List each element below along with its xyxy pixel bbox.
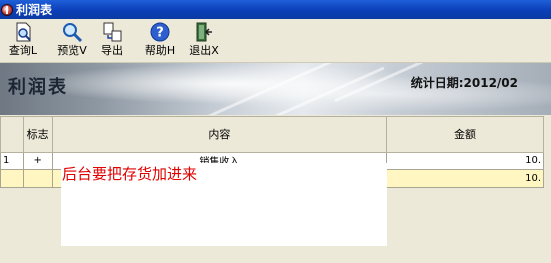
report-banner: 利润表 统计日期:2012/02 xyxy=(0,63,551,115)
export-icon xyxy=(101,21,123,43)
app-icon xyxy=(1,3,13,16)
amount-column-header[interactable]: 金额 xyxy=(386,116,544,153)
svg-text:?: ? xyxy=(156,26,164,41)
grid-area: 标志 内容 金额 1 + 销售收入 10. 10. 后台要把存货加进来 xyxy=(0,115,551,263)
help-icon: ? xyxy=(149,21,171,43)
amount-cell[interactable]: 10. xyxy=(386,169,544,188)
row-index: 1 xyxy=(0,151,24,171)
export-label: 导出 xyxy=(101,44,123,57)
amount-cell[interactable]: 10. xyxy=(386,151,544,171)
help-button[interactable]: ? 帮助H xyxy=(139,19,181,61)
header-row: 标志 内容 金额 xyxy=(0,116,544,153)
row-index-header xyxy=(0,116,24,153)
flag-cell[interactable]: + xyxy=(22,151,53,171)
export-button[interactable]: 导出 xyxy=(97,19,127,61)
toolbar: 查询L 预览V 导出 ? 帮助H 退出X xyxy=(0,19,551,63)
help-label: 帮助H xyxy=(144,44,176,57)
row-index xyxy=(0,169,24,188)
preview-button[interactable]: 预览V xyxy=(52,19,92,61)
window-title: 利润表 xyxy=(16,3,53,17)
annotation-note: 后台要把存货加进来 xyxy=(61,163,387,246)
report-title: 利润表 xyxy=(8,77,68,98)
flag-cell[interactable] xyxy=(22,169,53,188)
query-button[interactable]: 查询L xyxy=(4,19,42,61)
query-label: 查询L xyxy=(8,44,38,57)
flag-column-header[interactable]: 标志 xyxy=(22,116,53,153)
window-title-bar: 利润表 xyxy=(0,0,551,19)
statistic-date: 统计日期:2012/02 xyxy=(410,76,518,90)
content-column-header[interactable]: 内容 xyxy=(51,116,388,153)
exit-label: 退出X xyxy=(189,44,219,57)
query-icon xyxy=(12,21,34,43)
magnifier-icon xyxy=(61,21,83,43)
preview-label: 预览V xyxy=(57,44,87,57)
exit-door-icon xyxy=(193,21,215,43)
exit-button[interactable]: 退出X xyxy=(183,19,225,61)
